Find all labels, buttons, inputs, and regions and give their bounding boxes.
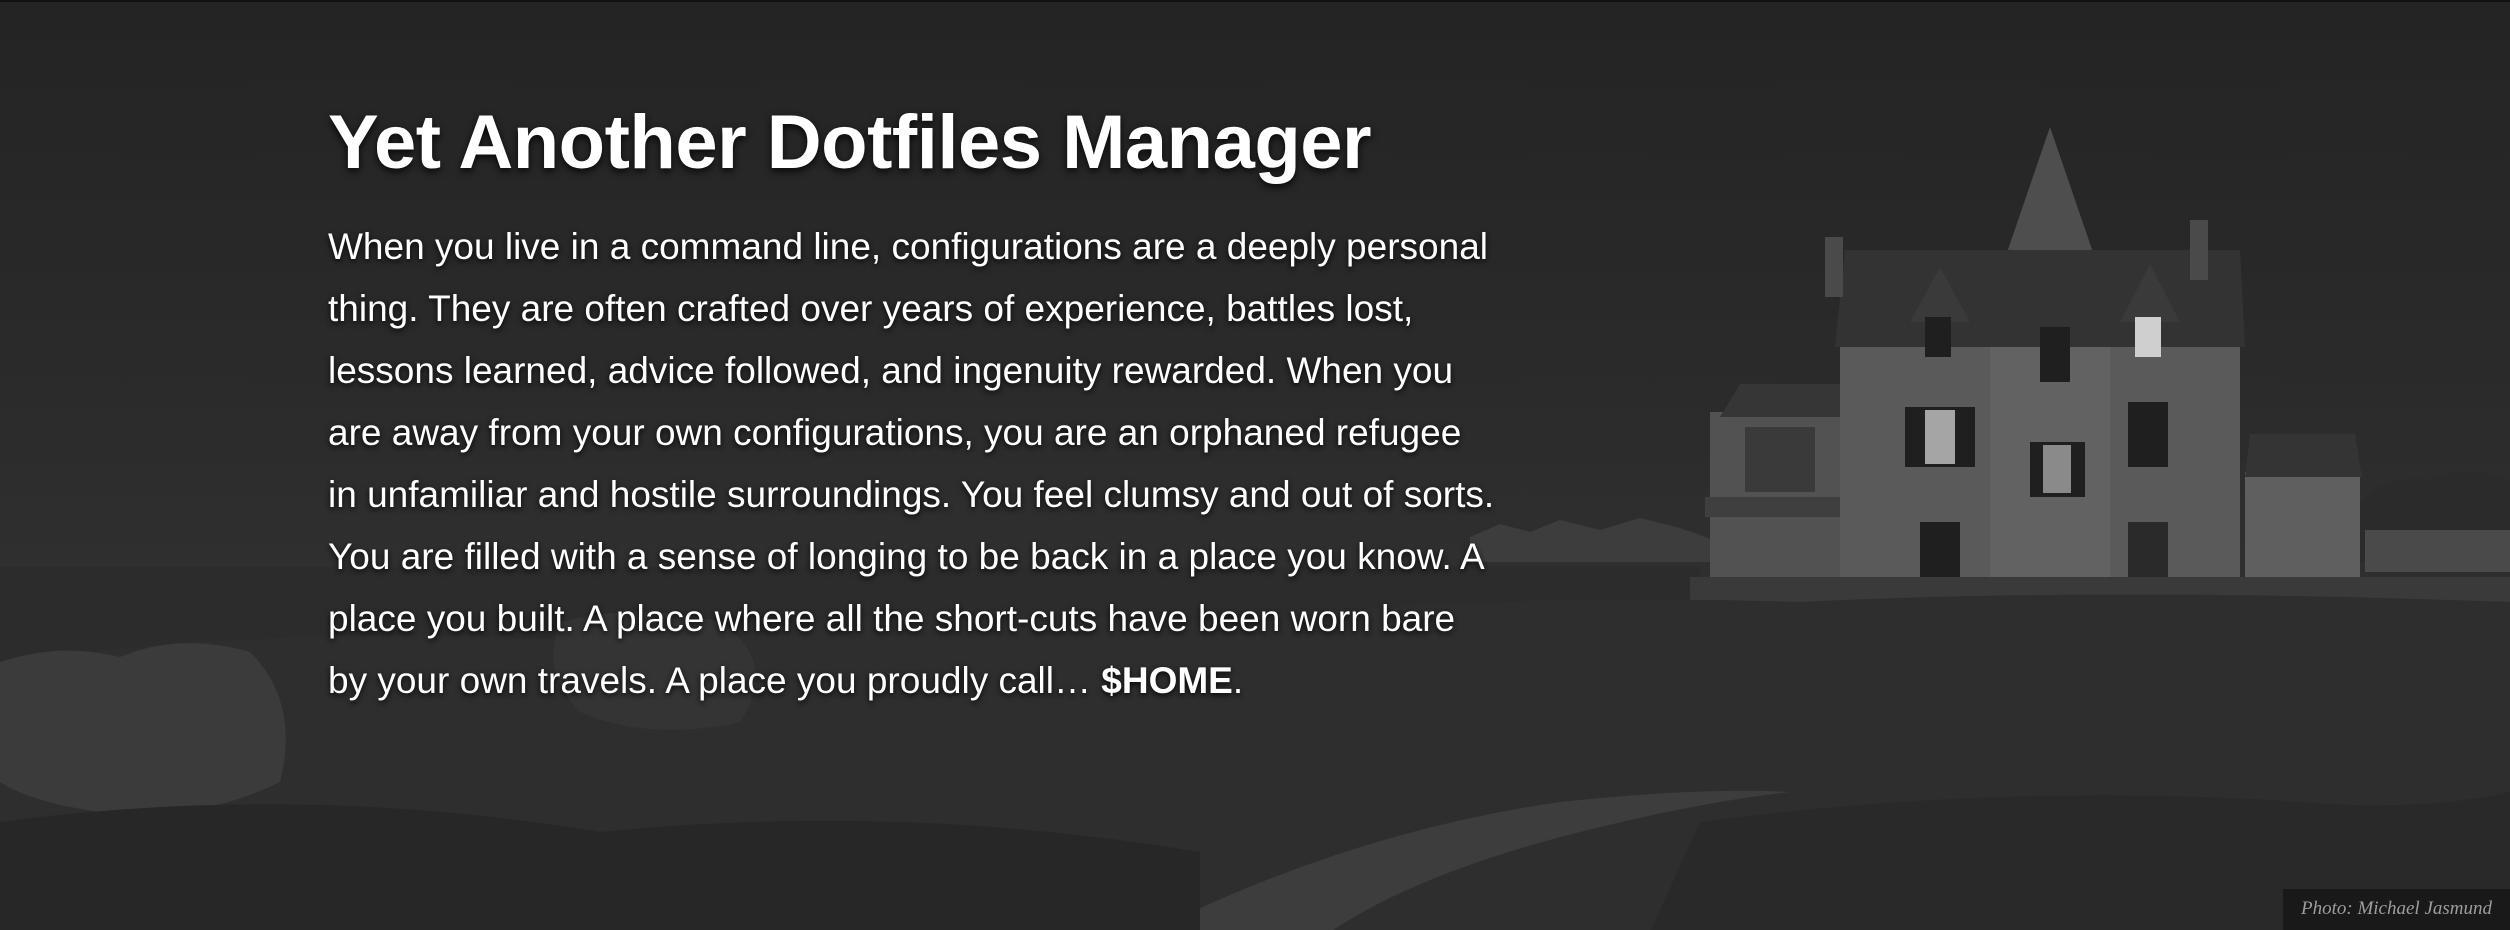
home-variable: $HOME	[1101, 660, 1233, 701]
hero-content: Yet Another Dotfiles Manager When you li…	[328, 94, 1508, 712]
photo-credit: Photo: Michael Jasmund	[2282, 889, 2510, 930]
intro-paragraph: When you live in a command line, configu…	[328, 216, 1498, 712]
intro-end: .	[1232, 660, 1244, 701]
page-title: Yet Another Dotfiles Manager	[328, 100, 1372, 185]
hero-banner: Yet Another Dotfiles Manager When you li…	[0, 0, 2510, 930]
intro-text: When you live in a command line, configu…	[328, 226, 1495, 701]
house-illustration	[1705, 127, 2362, 582]
